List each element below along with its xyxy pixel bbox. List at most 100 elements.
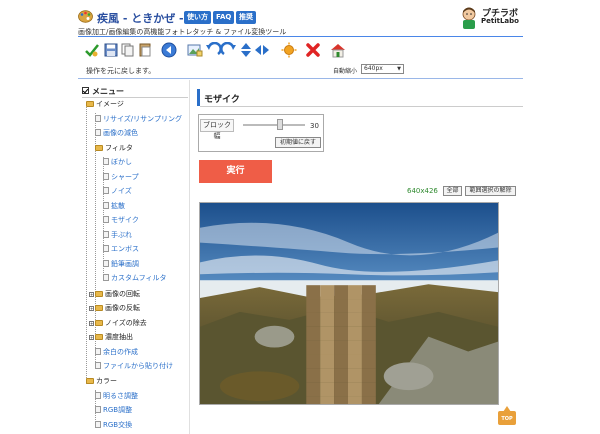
page-icon [95, 129, 101, 136]
sidebar-item-color-reduction[interactable]: 画像の減色 [95, 129, 138, 138]
sidebar-folder-flip[interactable]: + 画像の反転 [89, 304, 140, 313]
mosaic-block [320, 382, 335, 397]
sun-icon[interactable] [281, 42, 297, 58]
menu-checkbox[interactable] [82, 87, 89, 94]
mosaic-block [361, 396, 376, 404]
nav-howto-button[interactable]: 使い方 [184, 11, 211, 24]
sidebar-item-diffuse[interactable]: 拡散 [103, 202, 125, 211]
sidebar-item-blur[interactable]: ぼかし [103, 158, 132, 167]
sidebar-item-shake[interactable]: 手ぶれ [103, 231, 132, 240]
sidebar-item-mosaic[interactable]: モザイク [103, 216, 139, 225]
back-icon[interactable] [161, 42, 177, 58]
mosaic-block [334, 368, 349, 383]
status-message: 操作を元に戻します。 [86, 67, 156, 75]
block-size-value: 30 [310, 122, 319, 130]
sidebar-item-emboss[interactable]: エンボス [103, 245, 139, 254]
nav-recommend-button[interactable]: 推奨 [236, 11, 256, 24]
page-icon [95, 115, 101, 122]
sidebar-folder-density[interactable]: + 濃度抽出 [89, 333, 133, 342]
mosaic-block [348, 312, 362, 327]
page-icon [95, 406, 101, 413]
mosaic-block [306, 312, 321, 327]
move-horizontal-icon[interactable] [254, 42, 270, 58]
app-title: 疾風 - ときかぜ - [97, 12, 184, 25]
block-size-label: ブロック幅 [200, 119, 234, 140]
run-button[interactable]: 実行 [199, 160, 272, 183]
image-edit-icon[interactable] [187, 42, 203, 58]
scroll-top-button[interactable]: TOP [498, 406, 516, 425]
page-icon [95, 362, 101, 369]
preview-image[interactable] [199, 202, 499, 405]
zoom-select[interactable]: 640px ▼ [361, 64, 404, 74]
mosaic-block [306, 299, 321, 313]
sidebar-item-paste-file[interactable]: ファイルから貼り付け [95, 362, 173, 371]
sidebar-item-rgb-adjust[interactable]: RGB調整 [95, 406, 132, 415]
page-icon [95, 348, 101, 355]
sidebar-item-noise[interactable]: ノイズ [103, 187, 132, 196]
mosaic-block [334, 285, 349, 300]
mosaic-block [306, 396, 321, 404]
folder-icon [95, 334, 103, 340]
mosaic-block [348, 368, 362, 383]
sidebar-item-rgb-swap[interactable]: RGB交換 [95, 421, 132, 430]
select-all-button[interactable]: 全部 [443, 186, 462, 196]
mosaic-block [334, 396, 349, 404]
mosaic-block [334, 354, 349, 369]
page-icon [103, 274, 109, 281]
reset-button[interactable]: 初期値に戻す [275, 137, 321, 148]
mosaic-block [306, 382, 321, 397]
expand-icon: + [89, 335, 94, 340]
toolbar-divider [78, 78, 523, 79]
clear-selection-button[interactable]: 範囲選択の解除 [465, 186, 516, 196]
mosaic-block [320, 285, 335, 300]
expand-icon: + [89, 292, 94, 297]
sidebar-item-custom-filter[interactable]: カスタムフィルタ [103, 274, 166, 283]
mosaic-block [320, 354, 335, 369]
sidebar-folder-color[interactable]: カラー [86, 377, 117, 386]
nav-faq-button[interactable]: FAQ [213, 11, 235, 24]
folder-icon [86, 378, 94, 384]
sidebar-folder-rotate[interactable]: + 画像の回転 [89, 290, 140, 299]
paste-icon[interactable] [137, 42, 153, 58]
mosaic-block [348, 382, 362, 397]
expand-icon: + [89, 321, 94, 326]
mosaic-block [361, 382, 376, 397]
mosaic-block [306, 368, 321, 383]
save-icon[interactable] [103, 42, 119, 58]
mosaic-block [348, 285, 362, 300]
block-size-slider[interactable] [243, 124, 305, 126]
sidebar-item-brightness[interactable]: 明るさ調整 [95, 392, 138, 401]
slider-handle[interactable] [277, 119, 284, 130]
zoom-value: 640px [364, 65, 383, 72]
mosaic-block [348, 354, 362, 369]
folder-icon [95, 145, 103, 151]
move-vertical-icon[interactable] [238, 42, 254, 58]
sidebar-item-pencil[interactable]: 鉛筆画調 [103, 260, 139, 269]
sidebar-item-margin[interactable]: 余白の作成 [95, 348, 138, 357]
sidebar-item-sharpen[interactable]: シャープ [103, 173, 139, 182]
sidebar-folder-filter[interactable]: フィルタ [95, 144, 133, 153]
brand-sub: PetitLabo [481, 17, 519, 25]
brand-mascot-icon [462, 7, 476, 29]
mosaic-block [320, 299, 335, 313]
image-size: 640x426 [407, 187, 438, 195]
sidebar-folder-denoise[interactable]: + ノイズの除去 [89, 319, 147, 328]
delete-icon[interactable] [305, 42, 321, 58]
mosaic-region [306, 285, 376, 404]
sidebar-divider [189, 80, 190, 434]
sidebar-item-resize[interactable]: リサイズ/リサンプリング [95, 115, 182, 124]
redo-icon[interactable] [221, 42, 237, 58]
panel-divider [200, 106, 523, 107]
palette-icon [78, 10, 93, 23]
mosaic-block [320, 340, 335, 355]
sidebar-folder-image[interactable]: イメージ [86, 100, 124, 109]
header-divider [78, 36, 523, 37]
page-icon [103, 202, 109, 209]
page-icon [103, 260, 109, 267]
home-icon[interactable] [330, 42, 346, 58]
page-icon [95, 392, 101, 399]
copy-icon[interactable] [120, 42, 136, 58]
undo-icon[interactable] [205, 42, 221, 58]
check-icon[interactable] [84, 42, 100, 58]
mosaic-block [361, 285, 376, 300]
